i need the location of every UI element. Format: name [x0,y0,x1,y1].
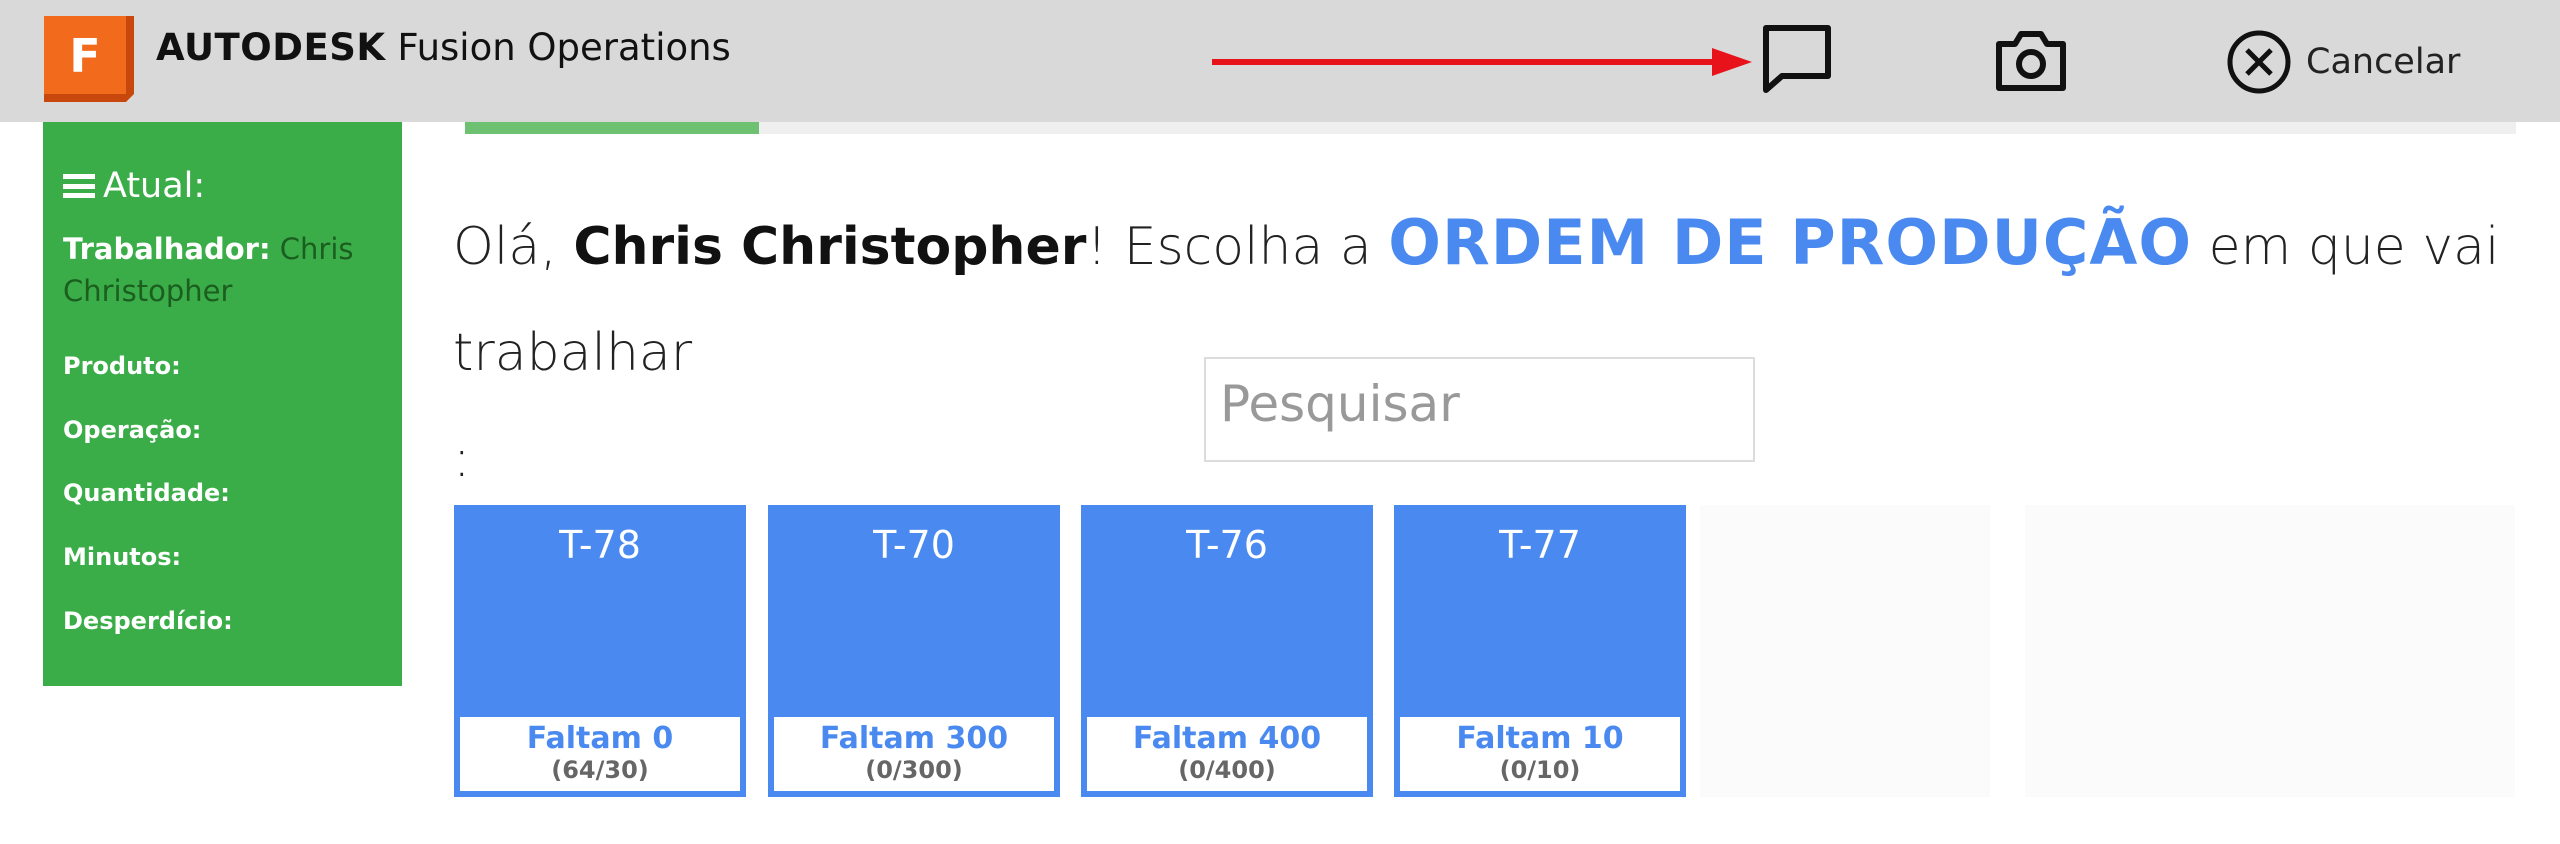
order-card-t77[interactable]: T-77 Faltam 10 (0/10) [1394,505,1686,797]
order-remaining: Faltam 400 [1132,721,1322,756]
order-count: (64/30) [551,756,649,784]
user-name: Chris Christopher [573,217,1087,277]
brand-name: AUTODESK [156,26,386,69]
app-title: AUTODESK Fusion Operations [156,26,731,69]
camera-icon[interactable] [1991,20,2071,100]
waste-field: Desperdício: [63,607,233,635]
order-status: Faltam 0 (64/30) [460,717,740,791]
order-code: T-76 [1186,523,1268,567]
order-code: T-70 [873,523,955,567]
order-card-t78[interactable]: T-78 Faltam 0 (64/30) [454,505,746,797]
fusion-logo-icon: F [44,16,134,102]
chat-bubble-icon[interactable] [1758,20,1838,100]
production-order-label: ORDEM DE PRODUÇÃO [1388,206,2193,279]
order-card-t76[interactable]: T-76 Faltam 400 (0/400) [1081,505,1373,797]
cancel-button[interactable]: Cancelar [2226,22,2460,102]
order-status: Faltam 10 (0/10) [1400,717,1680,791]
operation-field: Operação: [63,416,202,444]
order-remaining: Faltam 0 [526,721,674,756]
current-status-panel: Atual: Trabalhador: Chris Christopher Pr… [43,122,402,686]
order-remaining: Faltam 10 [1456,721,1624,756]
quantity-field: Quantidade: [63,479,230,507]
progress-stripe [465,122,759,134]
red-arrow-annotation [1212,48,1752,76]
faded-tile [1700,505,1990,797]
order-count: (0/300) [865,756,963,784]
order-count: (0/400) [1178,756,1276,784]
order-code: T-78 [559,523,641,567]
order-code: T-77 [1499,523,1581,567]
close-circle-icon [2227,30,2291,94]
greeting-prefix: Olá, [453,217,557,277]
worker-label: Trabalhador [63,232,259,266]
order-card-t70[interactable]: T-70 Faltam 300 (0/300) [768,505,1060,797]
order-status: Faltam 300 (0/300) [774,717,1054,791]
greeting-mid: ! Escolha a [1086,217,1372,277]
order-remaining: Faltam 300 [819,721,1009,756]
order-status: Faltam 400 (0/400) [1087,717,1367,791]
stripe-track [759,122,2516,134]
panel-title-label: Atual: [103,166,206,206]
panel-title[interactable]: Atual: [63,166,205,206]
product-name: Fusion Operations [397,26,731,69]
cancel-label: Cancelar [2306,42,2461,82]
logo-letter: F [69,29,100,83]
menu-icon[interactable] [63,174,95,198]
worker-info: Trabalhador: Chris Christopher [63,232,354,308]
greeting-colon: : [453,429,471,489]
minutes-field: Minutos: [63,543,182,571]
order-count: (0/10) [1499,756,1581,784]
faded-tile [2025,505,2515,797]
top-bar: F AUTODESK Fusion Operations Cancelar [0,0,2560,122]
page-heading: Olá, Chris Christopher! Escolha a ORDEM … [453,190,2513,512]
product-field: Produto: [63,352,181,380]
search-input[interactable]: Pesquisar [1204,357,1755,462]
